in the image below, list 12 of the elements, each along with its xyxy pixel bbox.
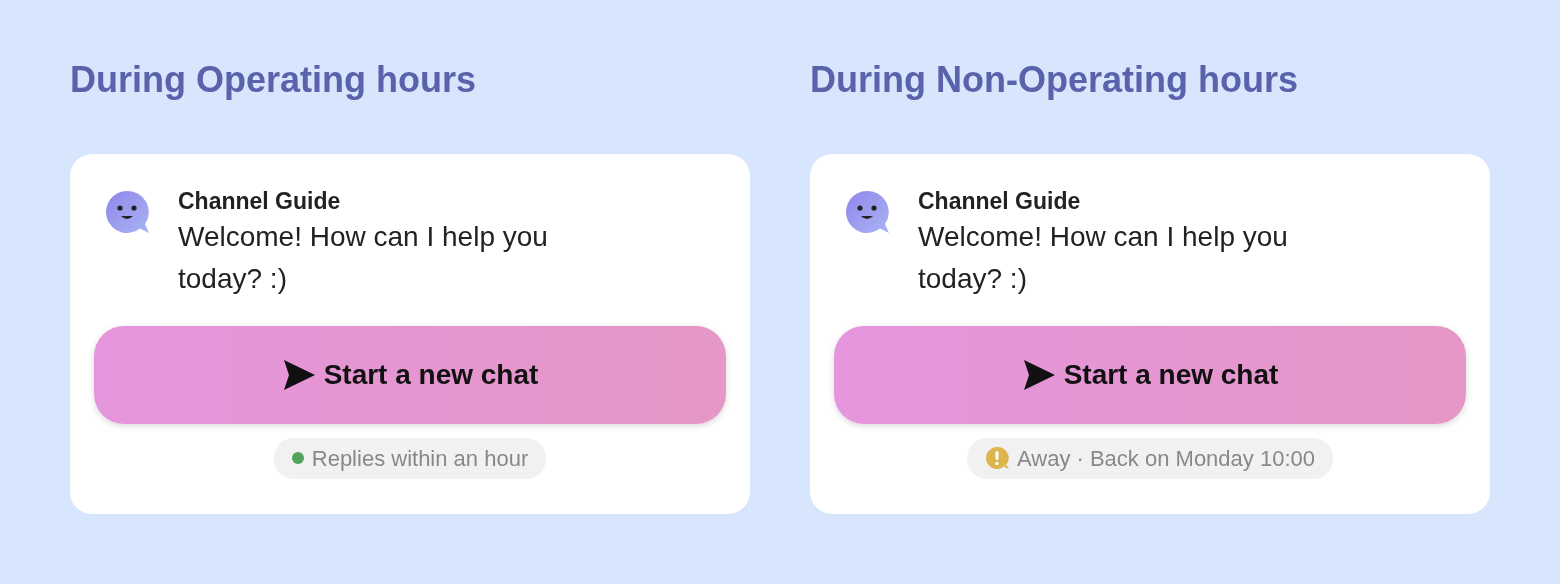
welcome-message: Welcome! How can I help you today? :) <box>918 219 1289 296</box>
send-icon <box>281 358 316 391</box>
sender-name: Channel Guide <box>918 188 1082 216</box>
status-badge: Away · Back on Monday 10:00 <box>967 437 1333 479</box>
start-chat-button[interactable]: Start a new chat <box>94 325 726 424</box>
section-heading: During Operating hours <box>70 58 477 102</box>
section-heading: During Non-Operating hours <box>810 58 1299 102</box>
sender-name: Channel Guide <box>178 188 342 216</box>
start-chat-button[interactable]: Start a new chat <box>834 325 1466 424</box>
welcome-message: Welcome! How can I help you today? :) <box>178 219 549 296</box>
send-icon <box>1021 358 1056 391</box>
status-badge: Replies within an hour <box>273 437 547 479</box>
